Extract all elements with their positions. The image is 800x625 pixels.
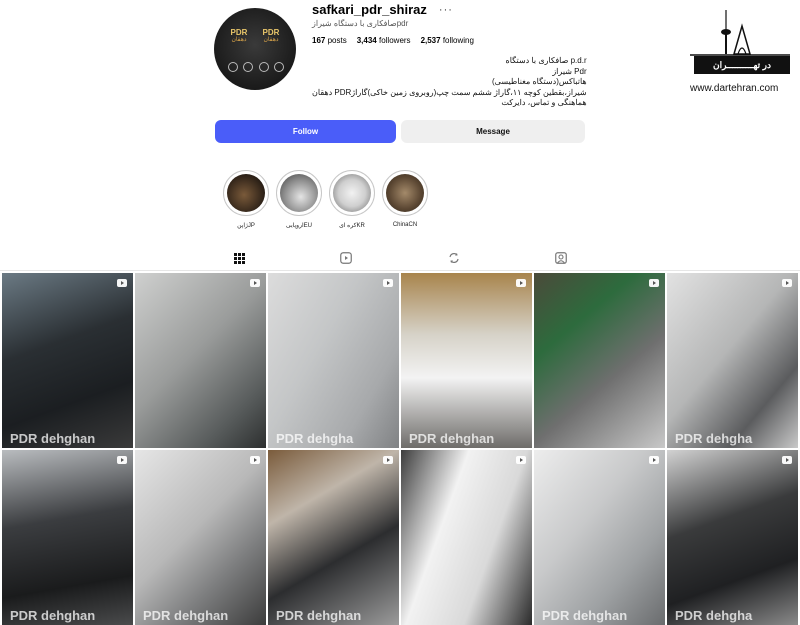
- post-watermark: PDR dehghan: [276, 608, 362, 623]
- following-count-value: 2,537: [420, 36, 441, 45]
- following-count-label: following: [442, 36, 474, 45]
- avatar-logo-right: PDR دهقان: [258, 28, 284, 50]
- reel-indicator-icon: [516, 279, 526, 287]
- post-thumbnail[interactable]: PDR dehghan: [401, 273, 532, 448]
- bio-line: شیراز،بقطین کوچه ۱۱،گاراژ ششم سمت چپ(روب…: [312, 87, 587, 97]
- highlight-label: کره ایKR: [339, 223, 365, 229]
- reel-indicator-icon: [649, 279, 659, 287]
- reel-indicator-icon: [250, 456, 260, 464]
- brand-badge-icon: [273, 62, 284, 72]
- followers-count-value: 3,434: [356, 36, 377, 45]
- avatar-brand-badges: [228, 62, 284, 72]
- dartehran-url[interactable]: www.dartehran.com: [690, 83, 778, 94]
- post-thumbnail[interactable]: PDR dehghan: [534, 450, 665, 625]
- avatar-logo-right-text: PDR: [262, 28, 280, 37]
- repost-icon: [449, 253, 459, 263]
- reel-indicator-icon: [383, 456, 393, 464]
- highlight-ring: [276, 170, 322, 216]
- reel-indicator-icon: [250, 279, 260, 287]
- post-thumbnail[interactable]: PDR dehghan: [268, 450, 399, 625]
- brand-badge-icon: [243, 62, 254, 72]
- brand-badge-icon: [258, 62, 269, 72]
- highlight-cover: [227, 174, 265, 212]
- highlight-item[interactable]: کره ایKR: [329, 170, 375, 229]
- posts-grid: PDR dehghan PDR dehgha PDR dehghan PDR dehg…: [2, 273, 798, 625]
- tab-reposts[interactable]: [446, 250, 462, 266]
- highlight-item[interactable]: ChinaCN: [382, 170, 428, 228]
- profile-stats: 167 posts 3,434 followers 2,537 followin…: [312, 36, 474, 45]
- tab-tagged[interactable]: [553, 250, 569, 266]
- post-watermark: PDR dehghan: [143, 608, 229, 623]
- highlight-label: ژاپنJP: [237, 223, 255, 229]
- reels-icon: [340, 252, 352, 264]
- avatar-logo-left: PDR دهقان: [226, 28, 252, 50]
- reel-indicator-icon: [117, 279, 127, 287]
- profile-avatar[interactable]: PDR دهقان PDR دهقان: [214, 8, 296, 90]
- highlight-cover: [280, 174, 318, 212]
- post-watermark: PDR dehghan: [542, 608, 628, 623]
- posts-count: 167 posts: [312, 36, 347, 45]
- post-watermark: PDR dehgha: [675, 431, 753, 446]
- grid-icon: [233, 252, 245, 264]
- bio-line: Pdr شیراز: [552, 66, 587, 76]
- post-watermark: PDR dehghan: [10, 431, 96, 446]
- following-count[interactable]: 2,537 following: [421, 36, 474, 45]
- posts-count-label: posts: [327, 36, 347, 45]
- bio-line: p.d.r صافکاری با دستگاه: [505, 56, 587, 65]
- avatar-logo-left-text: PDR: [230, 28, 248, 37]
- followers-count[interactable]: 3,434 followers: [357, 36, 411, 45]
- message-button[interactable]: Message: [401, 120, 585, 143]
- post-watermark: PDR dehghan: [10, 608, 96, 623]
- post-watermark: PDR dehgha: [675, 608, 753, 623]
- post-watermark: PDR dehghan: [409, 431, 495, 446]
- avatar-logo-left-subtext: دهقان: [231, 37, 247, 43]
- reel-indicator-icon: [383, 279, 393, 287]
- milad-tower-icon: [690, 10, 790, 56]
- username-row: safkari_pdr_shiraz ···: [312, 2, 453, 17]
- post-thumbnail[interactable]: PDR dehgha: [268, 273, 399, 448]
- highlight-ring: [329, 170, 375, 216]
- post-thumbnail[interactable]: [135, 273, 266, 448]
- reel-indicator-icon: [782, 279, 792, 287]
- reel-indicator-icon: [516, 456, 526, 464]
- highlight-cover: [333, 174, 371, 212]
- highlight-item[interactable]: ژاپنJP: [223, 170, 269, 229]
- post-thumbnail[interactable]: PDR dehghan: [135, 450, 266, 625]
- brand-badge-icon: [228, 62, 238, 72]
- highlight-label: ChinaCN: [392, 222, 418, 228]
- post-thumbnail[interactable]: PDR dehghan: [2, 450, 133, 625]
- tagged-icon: [555, 252, 567, 264]
- followers-count-label: followers: [378, 36, 411, 45]
- reel-indicator-icon: [782, 456, 792, 464]
- profile-bio: p.d.r صافکاری با دستگاه Pdr شیراز هاتباک…: [312, 56, 587, 109]
- highlight-cover: [386, 174, 424, 212]
- dartehran-logo-text: در تهــــــــــران: [694, 56, 790, 74]
- post-thumbnail[interactable]: [401, 450, 532, 625]
- highlight-ring: [382, 170, 428, 216]
- posts-count-value: 167: [312, 36, 326, 45]
- avatar-logo-right-subtext: دهقان: [263, 37, 279, 43]
- profile-fullname: pdrصافکاری با دستگاه شیراز: [312, 19, 409, 28]
- tabs-divider: [0, 270, 800, 271]
- post-watermark: PDR dehgha: [276, 431, 354, 446]
- reel-indicator-icon: [649, 456, 659, 464]
- post-thumbnail[interactable]: PDR dehgha: [667, 273, 798, 448]
- highlight-ring: [223, 170, 269, 216]
- reel-indicator-icon: [117, 456, 127, 464]
- profile-username: safkari_pdr_shiraz: [312, 2, 427, 17]
- highlight-item[interactable]: اروپاییEU: [276, 170, 322, 229]
- dartehran-logo: در تهــــــــــران www.dartehran.com: [686, 8, 794, 100]
- tab-posts[interactable]: [221, 250, 257, 271]
- post-thumbnail[interactable]: PDR dehghan: [2, 273, 133, 448]
- post-thumbnail[interactable]: [534, 273, 665, 448]
- highlight-label: اروپاییEU: [286, 223, 312, 229]
- more-options-icon[interactable]: ···: [439, 4, 453, 16]
- follow-button[interactable]: Follow: [215, 120, 396, 143]
- post-thumbnail[interactable]: PDR dehgha: [667, 450, 798, 625]
- bio-line: هاتباکس(دستگاه مغناطیسی): [492, 77, 587, 86]
- tab-reels[interactable]: [338, 250, 354, 266]
- bio-line: هماهنگی و تماس، دایرکت: [501, 98, 587, 107]
